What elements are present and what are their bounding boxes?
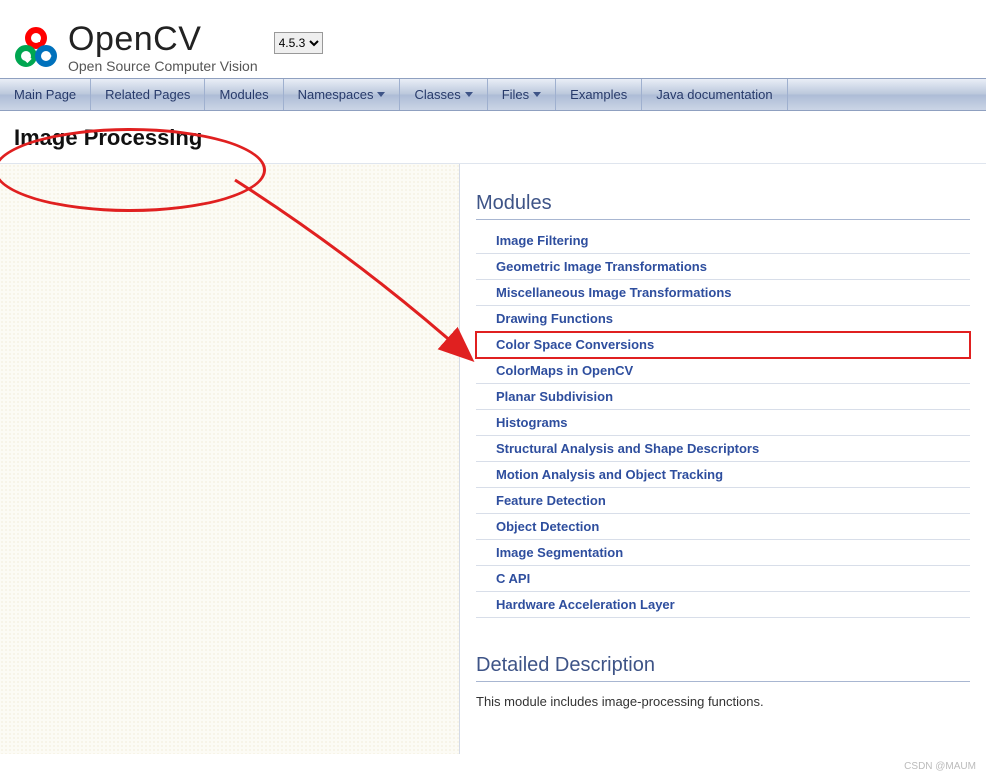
detailed-description-heading: Detailed Description: [476, 654, 970, 682]
module-link[interactable]: Drawing Functions: [496, 311, 613, 326]
module-link[interactable]: Histograms: [496, 415, 568, 430]
module-list-item: ColorMaps in OpenCV: [476, 358, 970, 384]
nav-related-pages[interactable]: Related Pages: [91, 79, 205, 110]
module-list-item: Structural Analysis and Shape Descriptor…: [476, 436, 970, 462]
site-title: OpenCV: [68, 22, 258, 56]
watermark: CSDN @MAUM: [904, 761, 976, 772]
page-title: Image Processing: [14, 125, 202, 150]
module-list-item: Drawing Functions: [476, 306, 970, 332]
main-nav: Main Page Related Pages Modules Namespac…: [0, 78, 986, 111]
module-list-item: Hardware Acceleration Layer: [476, 592, 970, 618]
left-sidebar: [0, 164, 460, 754]
module-link[interactable]: Structural Analysis and Shape Descriptor…: [496, 441, 759, 456]
modules-heading: Modules: [476, 192, 970, 220]
module-link[interactable]: Miscellaneous Image Transformations: [496, 285, 732, 300]
module-link[interactable]: ColorMaps in OpenCV: [496, 363, 633, 378]
module-list-item: Image Filtering: [476, 228, 970, 254]
nav-label: Classes: [414, 87, 460, 102]
nav-label: Namespaces: [298, 87, 374, 102]
site-subtitle: Open Source Computer Vision: [68, 58, 258, 74]
module-link[interactable]: Image Filtering: [496, 233, 588, 248]
nav-label: Main Page: [14, 87, 76, 102]
module-list-item: Geometric Image Transformations: [476, 254, 970, 280]
module-list-item: Object Detection: [476, 514, 970, 540]
version-select[interactable]: 4.5.3: [274, 32, 323, 54]
nav-label: Java documentation: [656, 87, 772, 102]
nav-main-page[interactable]: Main Page: [0, 79, 91, 110]
module-list-item: Miscellaneous Image Transformations: [476, 280, 970, 306]
chevron-down-icon: [465, 92, 473, 97]
module-list-item: Image Segmentation: [476, 540, 970, 566]
content-area: Modules Image Filtering Geometric Image T…: [460, 164, 986, 754]
chevron-down-icon: [377, 92, 385, 97]
nav-classes[interactable]: Classes: [400, 79, 487, 110]
nav-namespaces[interactable]: Namespaces: [284, 79, 401, 110]
opencv-logo-icon: [14, 26, 58, 70]
header: OpenCV Open Source Computer Vision 4.5.3: [0, 14, 986, 78]
module-link[interactable]: Feature Detection: [496, 493, 606, 508]
nav-examples[interactable]: Examples: [556, 79, 642, 110]
module-link[interactable]: Color Space Conversions: [496, 337, 654, 352]
module-list-item: Color Space Conversions: [476, 332, 970, 358]
module-link[interactable]: Geometric Image Transformations: [496, 259, 707, 274]
module-link[interactable]: Hardware Acceleration Layer: [496, 597, 675, 612]
nav-files[interactable]: Files: [488, 79, 556, 110]
module-list-item: Planar Subdivision: [476, 384, 970, 410]
module-list-item: Feature Detection: [476, 488, 970, 514]
module-link[interactable]: Image Segmentation: [496, 545, 623, 560]
module-list-item: C API: [476, 566, 970, 592]
nav-label: Examples: [570, 87, 627, 102]
nav-label: Modules: [219, 87, 268, 102]
chevron-down-icon: [533, 92, 541, 97]
detailed-description-text: This module includes image-processing fu…: [476, 694, 970, 709]
module-link[interactable]: Motion Analysis and Object Tracking: [496, 467, 723, 482]
nav-modules[interactable]: Modules: [205, 79, 283, 110]
browser-tabstrip: [0, 0, 986, 14]
module-list-item: Histograms: [476, 410, 970, 436]
module-link[interactable]: Planar Subdivision: [496, 389, 613, 404]
nav-label: Related Pages: [105, 87, 190, 102]
module-link[interactable]: C API: [496, 571, 530, 586]
module-link[interactable]: Object Detection: [496, 519, 599, 534]
nav-label: Files: [502, 87, 529, 102]
nav-java-docs[interactable]: Java documentation: [642, 79, 787, 110]
page-title-bar: Image Processing: [0, 111, 986, 164]
module-list: Image Filtering Geometric Image Transform…: [476, 228, 970, 618]
version-selector[interactable]: 4.5.3: [274, 32, 323, 54]
module-list-item: Motion Analysis and Object Tracking: [476, 462, 970, 488]
